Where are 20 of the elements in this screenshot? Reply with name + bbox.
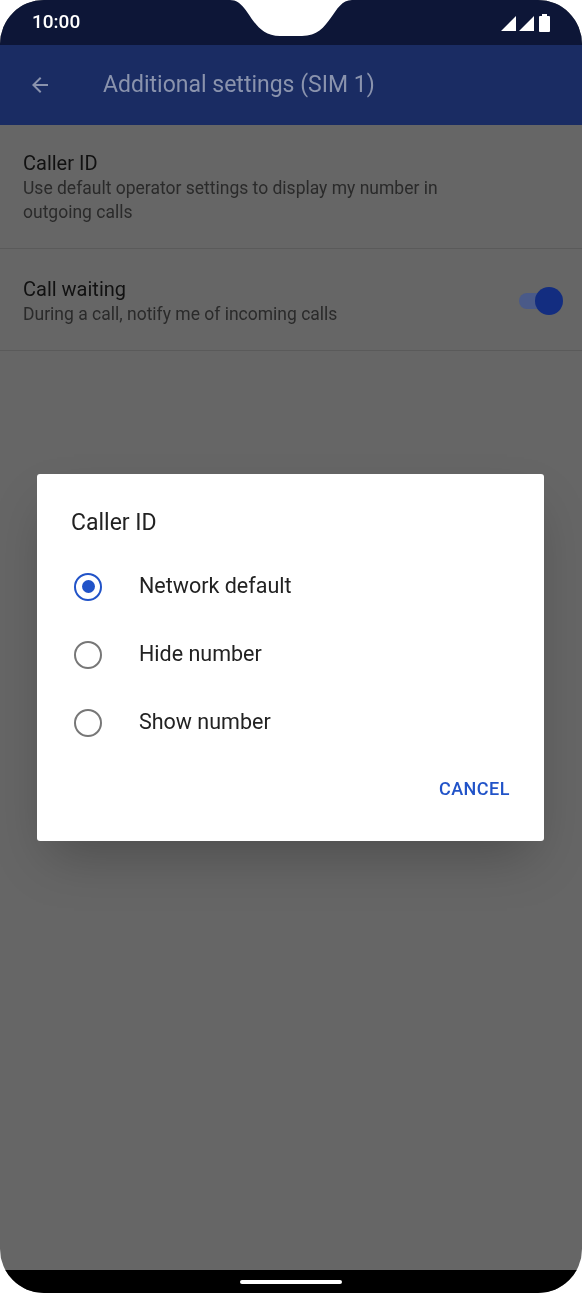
- app-bar-title: Additional settings (SIM 1): [103, 69, 375, 100]
- radio-option[interactable]: Network default: [37, 552, 544, 621]
- signal-icon: [501, 14, 535, 31]
- radio-button[interactable]: [74, 640, 102, 669]
- option-label: Hide number: [139, 640, 262, 669]
- option-label: Network default: [139, 572, 292, 601]
- battery-icon: [539, 13, 550, 32]
- setting-summary: During a call, notify me of incoming calls: [23, 303, 339, 326]
- setting-title: Caller ID: [23, 150, 99, 176]
- setting-title: Call waiting: [23, 276, 128, 302]
- option-label: Show number: [139, 708, 271, 737]
- radio-option[interactable]: Show number: [37, 688, 544, 757]
- status-time: 10:00: [32, 9, 81, 36]
- dialog-title: Caller ID: [71, 508, 158, 538]
- radio-button[interactable]: [74, 708, 102, 737]
- setting-summary: Use default operator settings to display my number in outgoing calls: [23, 177, 439, 224]
- home-handle[interactable]: [240, 1279, 342, 1284]
- radio-option[interactable]: Hide number: [37, 620, 544, 689]
- radio-button[interactable]: [74, 572, 102, 601]
- cancel-button[interactable]: CANCEL: [428, 766, 520, 810]
